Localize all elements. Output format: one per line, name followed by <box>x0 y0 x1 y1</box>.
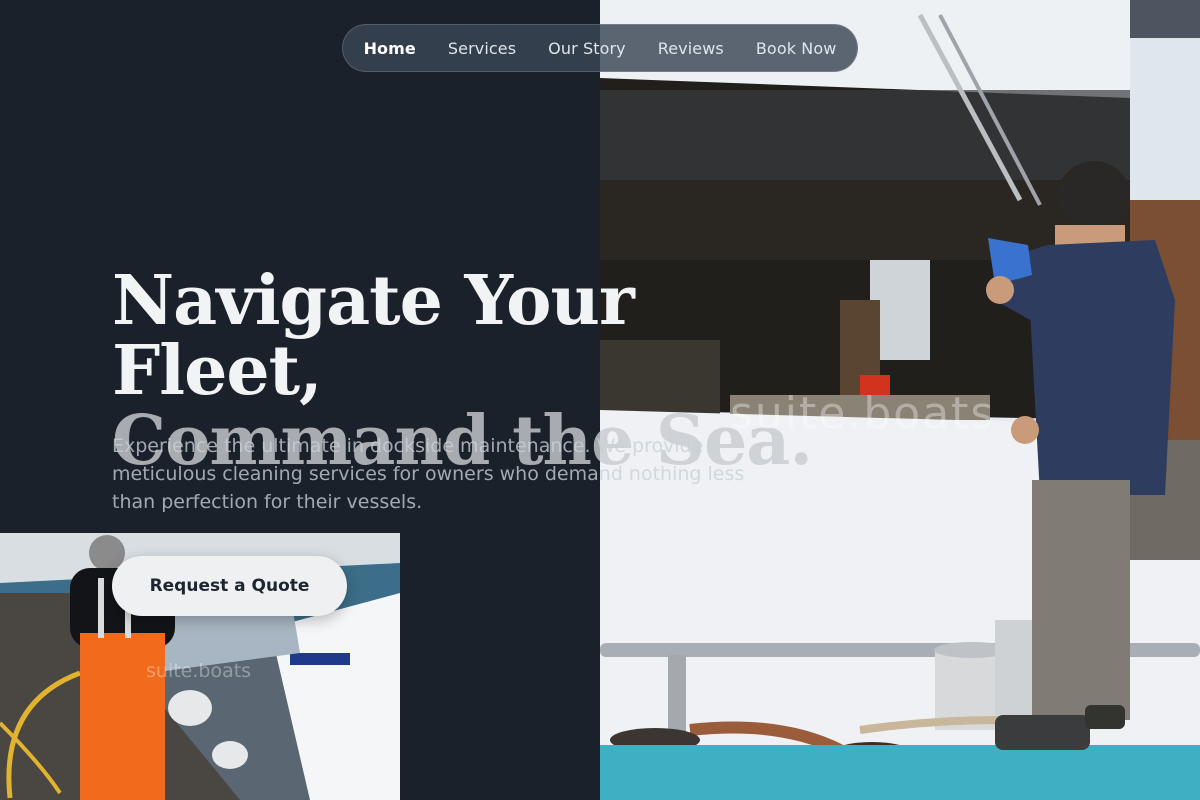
nav-item-services[interactable]: Services <box>448 39 516 58</box>
hero-headline-line1: Navigate Your Fleet, <box>112 261 635 411</box>
nav-item-book-now[interactable]: Book Now <box>756 39 837 58</box>
request-quote-button[interactable]: Request a Quote <box>112 556 347 616</box>
nav-item-home[interactable]: Home <box>364 39 416 58</box>
main-nav: Home Services Our Story Reviews Book Now <box>342 24 858 72</box>
nav-item-reviews[interactable]: Reviews <box>658 39 724 58</box>
hero-subtext: Experience the ultimate in dockside main… <box>112 435 745 513</box>
nav-item-our-story[interactable]: Our Story <box>548 39 626 58</box>
